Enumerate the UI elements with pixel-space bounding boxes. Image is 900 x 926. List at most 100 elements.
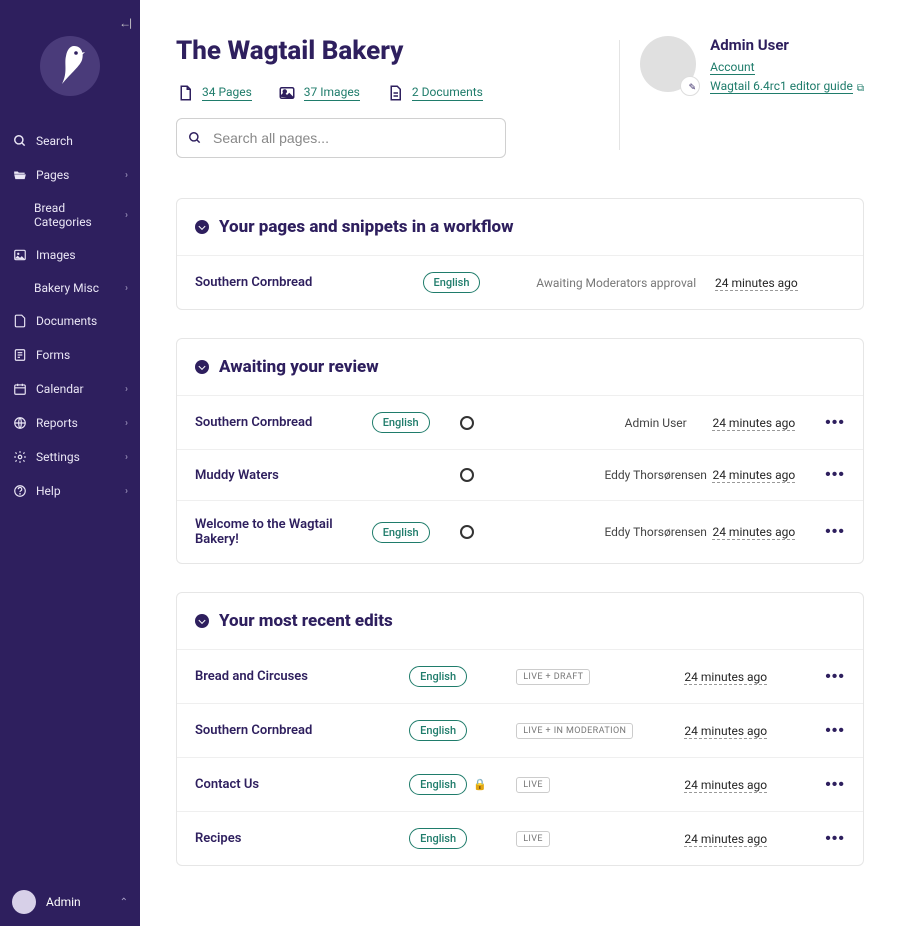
external-link-icon: ⧉ bbox=[857, 83, 864, 94]
more-actions-button[interactable]: ••• bbox=[825, 776, 845, 794]
more-actions-button[interactable]: ••• bbox=[825, 722, 845, 740]
language-pill: English bbox=[372, 412, 430, 433]
timestamp: 24 minutes ago bbox=[712, 416, 795, 431]
nav-help[interactable]: Help › bbox=[0, 474, 140, 508]
page-status: LIVE bbox=[516, 777, 550, 793]
nav-images[interactable]: Images bbox=[0, 238, 140, 272]
submitted-by: Eddy Thorsørensen bbox=[599, 525, 713, 539]
table-row[interactable]: Southern Cornbread English Admin User 24… bbox=[177, 395, 863, 449]
search-input[interactable] bbox=[176, 118, 506, 158]
more-actions-button[interactable]: ••• bbox=[825, 523, 845, 541]
sidebar-user[interactable]: Admin ⌃ bbox=[0, 878, 140, 926]
user-name: Admin User bbox=[710, 36, 864, 54]
nav-search[interactable]: Search bbox=[0, 124, 140, 158]
document-icon bbox=[12, 313, 28, 329]
account-link[interactable]: Account bbox=[710, 60, 754, 75]
nav-forms[interactable]: Forms bbox=[0, 338, 140, 372]
editor-guide-link[interactable]: Wagtail 6.4rc1 editor guide bbox=[710, 79, 853, 94]
review-panel: Awaiting your review Southern Cornbread … bbox=[176, 338, 864, 564]
table-row[interactable]: Muddy Waters Eddy Thorsørensen 24 minute… bbox=[177, 449, 863, 500]
language-pill: English bbox=[409, 774, 467, 795]
panel-title: Your most recent edits bbox=[219, 611, 393, 631]
summary-pages[interactable]: 34 Pages bbox=[176, 84, 252, 102]
page-name: Southern Cornbread bbox=[195, 723, 409, 738]
panel-toggle[interactable]: Awaiting your review bbox=[177, 339, 863, 395]
help-icon bbox=[12, 483, 28, 499]
panel-toggle[interactable]: Your most recent edits bbox=[177, 593, 863, 649]
timestamp: 24 minutes ago bbox=[712, 468, 795, 483]
page-name: Contact Us bbox=[195, 777, 409, 792]
edit-avatar-icon[interactable]: ✎ bbox=[689, 83, 697, 93]
table-row[interactable]: Contact Us English🔒 LIVE 24 minutes ago … bbox=[177, 757, 863, 811]
nav-pages[interactable]: Pages › bbox=[0, 158, 140, 192]
panel-toggle[interactable]: Your pages and snippets in a workflow bbox=[177, 199, 863, 255]
nav-documents[interactable]: Documents bbox=[0, 304, 140, 338]
page-name: Southern Cornbread bbox=[195, 415, 372, 430]
table-row[interactable]: Bread and Circuses English LIVE + DRAFT … bbox=[177, 649, 863, 703]
workflow-panel: Your pages and snippets in a workflow So… bbox=[176, 198, 864, 310]
collapse-icon bbox=[195, 360, 209, 374]
username-label: Admin bbox=[46, 895, 81, 909]
pages-link[interactable]: 34 Pages bbox=[202, 85, 252, 101]
table-row[interactable]: Southern Cornbread English Awaiting Mode… bbox=[177, 255, 863, 309]
chevron-right-icon: › bbox=[125, 170, 128, 181]
nav-settings[interactable]: Settings › bbox=[0, 440, 140, 474]
more-actions-button[interactable]: ••• bbox=[825, 830, 845, 848]
more-actions-button[interactable]: ••• bbox=[825, 668, 845, 686]
submitted-by: Eddy Thorsørensen bbox=[599, 468, 713, 482]
task-status-icon bbox=[460, 468, 474, 482]
sidebar: ←| Search Pages › Bread Categories bbox=[0, 0, 140, 926]
page-status: LIVE bbox=[516, 831, 550, 847]
page-name: Welcome to the Wagtail Bakery! bbox=[195, 517, 372, 547]
avatar[interactable]: ✎ bbox=[640, 36, 696, 92]
timestamp: 24 minutes ago bbox=[684, 832, 767, 847]
images-link[interactable]: 37 Images bbox=[304, 85, 360, 101]
collapse-icon bbox=[195, 220, 209, 234]
summary-documents[interactable]: 2 Documents bbox=[386, 84, 483, 102]
table-row[interactable]: Recipes English LIVE 24 minutes ago ••• bbox=[177, 811, 863, 865]
page-name: Southern Cornbread bbox=[195, 275, 423, 290]
panel-title: Your pages and snippets in a workflow bbox=[219, 217, 514, 237]
collapse-sidebar-button[interactable]: ←| bbox=[119, 16, 130, 30]
documents-link[interactable]: 2 Documents bbox=[412, 85, 483, 101]
divider bbox=[619, 40, 620, 150]
image-icon bbox=[12, 247, 28, 263]
summary-links: 34 Pages 37 Images 2 Documents bbox=[176, 84, 595, 102]
chevron-right-icon: › bbox=[125, 384, 128, 395]
timestamp: 24 minutes ago bbox=[684, 724, 767, 739]
avatar bbox=[12, 890, 36, 914]
site-title: The Wagtail Bakery bbox=[176, 36, 595, 66]
page-name: Bread and Circuses bbox=[195, 669, 409, 684]
nav-reports[interactable]: Reports › bbox=[0, 406, 140, 440]
recent-edits-panel: Your most recent edits Bread and Circuse… bbox=[176, 592, 864, 866]
timestamp: 24 minutes ago bbox=[684, 778, 767, 793]
more-actions-button[interactable]: ••• bbox=[825, 466, 845, 484]
search-icon bbox=[12, 133, 28, 149]
language-pill: English bbox=[372, 522, 430, 543]
nav-calendar[interactable]: Calendar › bbox=[0, 372, 140, 406]
user-block: ✎ Admin User Account Wagtail 6.4rc1 edit… bbox=[640, 36, 864, 158]
summary-images[interactable]: 37 Images bbox=[278, 84, 360, 102]
main-nav: Search Pages › Bread Categories › Images… bbox=[0, 116, 140, 878]
document-icon bbox=[386, 84, 404, 102]
nav-images-sub[interactable]: Bakery Misc › bbox=[0, 272, 140, 304]
page-icon bbox=[176, 84, 194, 102]
more-actions-button[interactable]: ••• bbox=[825, 414, 845, 432]
gear-icon bbox=[12, 449, 28, 465]
chevron-right-icon: › bbox=[125, 283, 128, 294]
header: The Wagtail Bakery 34 Pages 37 Images 2 … bbox=[176, 36, 864, 158]
nav-pages-sub[interactable]: Bread Categories › bbox=[0, 192, 140, 238]
timestamp: 24 minutes ago bbox=[715, 276, 798, 291]
panel-title: Awaiting your review bbox=[219, 357, 379, 377]
calendar-icon bbox=[12, 381, 28, 397]
language-pill: English bbox=[423, 272, 481, 293]
search-box bbox=[176, 118, 506, 158]
wagtail-bird-icon bbox=[54, 44, 86, 88]
table-row[interactable]: Welcome to the Wagtail Bakery! English E… bbox=[177, 500, 863, 563]
globe-icon bbox=[12, 415, 28, 431]
logo-circle bbox=[40, 36, 100, 96]
chevron-up-icon: ⌃ bbox=[120, 897, 128, 908]
table-row[interactable]: Southern Cornbread English LIVE + IN MOD… bbox=[177, 703, 863, 757]
chevron-right-icon: › bbox=[125, 452, 128, 463]
language-pill: English bbox=[409, 720, 467, 741]
